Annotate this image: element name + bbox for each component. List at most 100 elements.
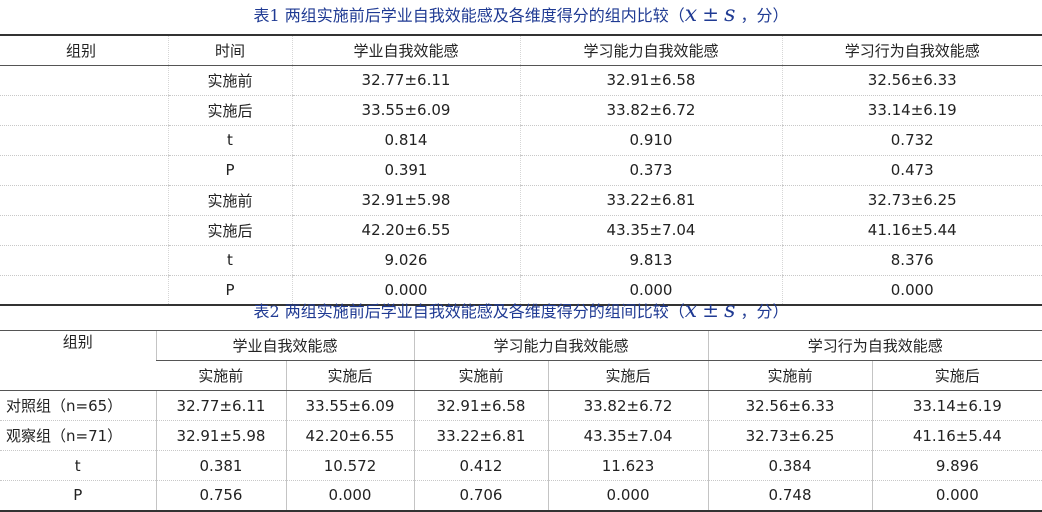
table-row-label: P [0,480,156,512]
table2-subheader: 实施后 [285,360,415,391]
table-cell: 33.22±6.81 [519,185,782,216]
table-cell: 32.56±6.33 [707,390,873,421]
table-cell: 实施后 [167,95,292,126]
table-cell: 0.373 [519,155,782,186]
table-cell: 33.22±6.81 [413,420,549,451]
table-row: t 9.026 9.813 8.376 [0,245,1042,276]
table-cell: 0.748 [707,480,873,512]
table-cell [0,245,168,276]
table-cell: 33.55±6.09 [291,95,520,126]
table-cell: 实施后 [167,215,292,246]
table-cell: 0.706 [413,480,549,512]
table-cell: 11.623 [547,450,709,481]
table-cell: 10.572 [285,450,415,481]
table-cell: 0.384 [707,450,873,481]
table-cell: 32.91±5.98 [155,420,286,451]
table1-caption-s: s [724,2,736,27]
table-cell: 42.20±6.55 [285,420,415,451]
table1-caption-unit: ，分） [740,6,789,25]
table-cell: 43.35±7.04 [519,215,782,246]
table2-header-ability: 学习能力自我效能感 [413,330,709,361]
table-cell: 33.55±6.09 [285,390,415,421]
table1-header-group: 组别 [0,34,168,66]
table1-header-behavior: 学习行为自我效能感 [781,34,1042,66]
table1-header-ability: 学习能力自我效能感 [519,34,782,66]
table-row: P 0.391 0.373 0.473 [0,155,1042,186]
table2-header-row-2: 实施前 实施后 实施前 实施后 实施前 实施后 [0,360,1042,391]
table-cell: 8.376 [781,245,1042,276]
table-row: P 0.756 0.000 0.706 0.000 0.748 0.000 [0,480,1042,512]
table2: 组别 学业自我效能感 学习能力自我效能感 学习行为自我效能感 实施前 实施后 实… [0,330,1042,512]
table-cell: 42.20±6.55 [291,215,520,246]
table-row: 实施前 32.77±6.11 32.91±6.58 32.56±6.33 [0,65,1042,96]
table2-header-academic: 学业自我效能感 [155,330,415,361]
table1-caption: 表1 两组实施前后学业自我效能感及各维度得分的组内比较（x ± s ，分） [0,2,1042,27]
table-cell: 0.814 [291,125,520,156]
table-cell: 32.73±6.25 [707,420,873,451]
table1-header-academic: 学业自我效能感 [291,34,520,66]
table-cell: 41.16±5.44 [871,420,1042,451]
table2-caption: 表2 两组实施前后学业自我效能感及各维度得分的组间比较（x ± s ，分） [0,298,1042,323]
table-cell: 32.73±6.25 [781,185,1042,216]
table-row: t 0.814 0.910 0.732 [0,125,1042,156]
table2-subheader: 实施后 [871,360,1042,391]
table-cell: t [167,125,292,156]
table2-header-row-1: 组别 学业自我效能感 学习能力自我效能感 学习行为自我效能感 [0,330,1042,391]
table2-subheader: 实施前 [156,360,286,391]
table-cell: 32.91±6.58 [519,65,782,96]
table-cell: 0.732 [781,125,1042,156]
table-row: 实施前 32.91±5.98 33.22±6.81 32.73±6.25 [0,185,1042,216]
table-cell: 0.910 [519,125,782,156]
table-row: 观察组（n=71） 32.91±5.98 42.20±6.55 33.22±6.81 4… [0,420,1042,451]
table-cell: 实施前 [167,65,292,96]
table2-header-group: 组别 [0,330,156,391]
table-cell [0,125,168,156]
table1-caption-text: 表1 两组实施前后学业自我效能感及各维度得分的组内比较（ [253,6,685,25]
table-row: 实施后 42.20±6.55 43.35±7.04 41.16±5.44 [0,215,1042,246]
table-cell: 32.77±6.11 [291,65,520,96]
table-row-label: 对照组（n=65） [0,390,156,421]
table-cell: P [167,155,292,186]
table2-subheader: 实施前 [707,360,873,391]
table2-subheader: 实施后 [547,360,709,391]
table1-caption-pm: ± [702,2,720,26]
table-cell: 0.756 [155,480,286,512]
table-cell: 0.391 [291,155,520,186]
table2-subheader: 实施前 [413,360,549,391]
table-cell: 43.35±7.04 [547,420,709,451]
table-cell: 0.473 [781,155,1042,186]
table2-caption-unit: ，分） [740,302,789,321]
table1-header-row: 组别 时间 学业自我效能感 学习能力自我效能感 学习行为自我效能感 [0,34,1042,66]
table-cell: 32.91±5.98 [291,185,520,216]
table-cell: 32.77±6.11 [155,390,286,421]
table1: 组别 时间 学业自我效能感 学习能力自我效能感 学习行为自我效能感 实施前 32.… [0,34,1042,306]
table-cell: 32.91±6.58 [413,390,549,421]
table-cell: 9.896 [871,450,1042,481]
table1-header-time: 时间 [167,34,292,66]
table-cell: 0.412 [413,450,549,481]
table2-caption-s: s [724,298,736,323]
table-cell: 33.82±6.72 [519,95,782,126]
table2-caption-pm: ± [702,298,720,322]
table-cell: 0.381 [155,450,286,481]
table-row: t 0.381 10.572 0.412 11.623 0.384 9.896 [0,450,1042,481]
table1-caption-x: x [684,2,698,27]
table2-caption-x: x [684,298,698,323]
table-cell: 实施前 [167,185,292,216]
table-row-label: t [0,450,156,481]
table-cell: 0.000 [871,480,1042,512]
table-cell: 33.14±6.19 [871,390,1042,421]
table-cell: 33.14±6.19 [781,95,1042,126]
table-cell [0,185,168,216]
table-row-label: 观察组（n=71） [0,420,156,451]
table-cell [0,215,168,246]
table-row: 实施后 33.55±6.09 33.82±6.72 33.14±6.19 [0,95,1042,126]
table2-caption-text: 表2 两组实施前后学业自我效能感及各维度得分的组间比较（ [253,302,685,321]
table-cell: 0.000 [547,480,709,512]
table-cell: 33.82±6.72 [547,390,709,421]
table-cell [0,65,168,96]
table-cell [0,155,168,186]
table-row: 对照组（n=65） 32.77±6.11 33.55±6.09 32.91±6.58 3… [0,390,1042,421]
table-cell: t [167,245,292,276]
table2-header-behavior: 学习行为自我效能感 [707,330,1042,361]
